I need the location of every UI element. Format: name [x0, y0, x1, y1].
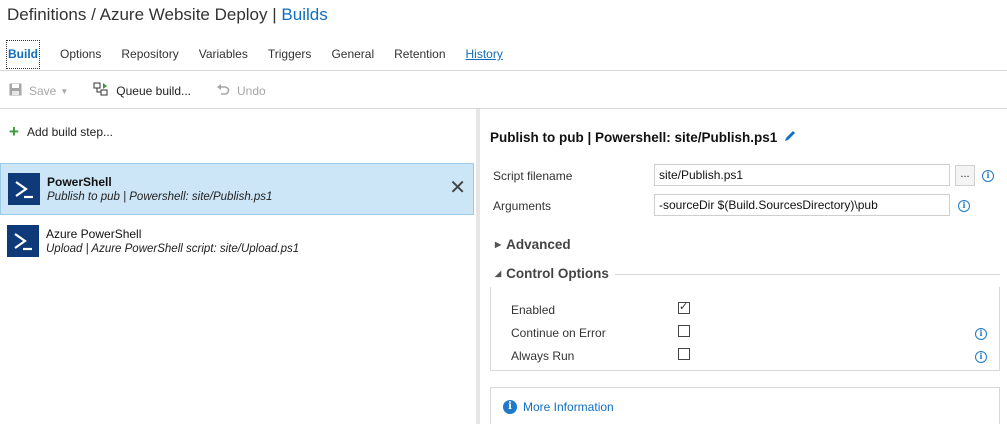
- step-title: Publish to pub | Powershell: site/Publis…: [490, 129, 797, 145]
- more-information-box: i More Information: [490, 387, 1000, 424]
- script-filename-input[interactable]: [654, 164, 950, 186]
- info-icon: i: [503, 400, 517, 414]
- breadcrumb-definitions[interactable]: Definitions: [7, 5, 86, 24]
- breadcrumb-definition-name[interactable]: Azure Website Deploy: [100, 5, 268, 24]
- section-divider: [615, 274, 1000, 275]
- tab-bar: Build Options Repository Variables Trigg…: [6, 38, 523, 70]
- undo-button[interactable]: Undo: [216, 83, 266, 99]
- more-information-label: More Information: [523, 400, 614, 414]
- tab-build[interactable]: Build: [6, 39, 40, 69]
- chevron-right-icon: ▶: [495, 240, 502, 249]
- undo-icon: [216, 83, 230, 99]
- add-build-step-label: Add build step...: [26, 125, 113, 139]
- queue-build-label: Queue build...: [116, 84, 191, 98]
- breadcrumb-pipe: |: [272, 5, 277, 24]
- breadcrumb-separator: /: [91, 5, 96, 24]
- plus-icon: +: [9, 122, 19, 141]
- add-build-step-button[interactable]: + Add build step...: [9, 122, 113, 141]
- queue-build-icon: [93, 82, 109, 100]
- arguments-input[interactable]: [654, 194, 950, 216]
- floppy-disk-icon: [9, 83, 22, 99]
- chevron-down-icon: ◢: [495, 269, 502, 278]
- build-step-name: Azure PowerShell: [46, 227, 142, 241]
- arguments-label: Arguments: [493, 199, 552, 213]
- enabled-checkbox[interactable]: ✓: [678, 301, 690, 314]
- advanced-section-toggle[interactable]: ▶ Advanced: [495, 237, 571, 252]
- control-options-toggle[interactable]: ◢ Control Options: [495, 266, 609, 281]
- control-options-label: Control Options: [506, 266, 609, 281]
- always-run-label: Always Run: [511, 349, 575, 363]
- save-label: Save: [29, 84, 57, 98]
- checkmark-icon: ✓: [679, 301, 689, 313]
- continue-on-error-label: Continue on Error: [511, 326, 606, 340]
- breadcrumb: Definitions / Azure Website Deploy | Bui…: [7, 5, 328, 25]
- tab-variables[interactable]: Variables: [199, 47, 248, 61]
- pencil-icon[interactable]: [784, 129, 797, 145]
- script-filename-label: Script filename: [493, 169, 573, 183]
- powershell-icon: [7, 225, 39, 257]
- build-step-description: Publish to pub | Powershell: site/Publis…: [47, 191, 273, 203]
- undo-label: Undo: [237, 84, 266, 98]
- build-step-item[interactable]: PowerShell Publish to pub | Powershell: …: [0, 163, 474, 215]
- toolbar: Save ▼ Queue build... Undo: [0, 78, 1007, 104]
- advanced-label: Advanced: [506, 237, 571, 252]
- save-button[interactable]: Save ▼: [9, 83, 68, 99]
- build-step-item[interactable]: Azure PowerShell Upload | Azure PowerShe…: [0, 215, 474, 267]
- build-step-name: PowerShell: [47, 175, 112, 189]
- enabled-label: Enabled: [511, 303, 556, 317]
- always-run-checkbox[interactable]: [678, 348, 690, 360]
- tab-retention[interactable]: Retention: [394, 47, 445, 61]
- step-details-panel: Publish to pub | Powershell: site/Publis…: [480, 109, 1007, 424]
- continue-on-error-checkbox[interactable]: [678, 325, 690, 337]
- browse-button[interactable]: ...: [955, 165, 975, 186]
- tab-history[interactable]: History: [466, 47, 503, 61]
- more-information-link[interactable]: i More Information: [503, 400, 614, 414]
- page-title: Builds: [281, 5, 328, 24]
- info-icon[interactable]: i: [975, 351, 987, 363]
- info-icon[interactable]: i: [975, 328, 987, 340]
- tabs-divider: [0, 70, 1007, 71]
- tab-triggers[interactable]: Triggers: [268, 47, 312, 61]
- tab-repository[interactable]: Repository: [121, 47, 178, 61]
- info-icon[interactable]: i: [958, 200, 970, 212]
- tab-options[interactable]: Options: [60, 47, 101, 61]
- chevron-down-icon: ▼: [60, 86, 69, 96]
- queue-build-button[interactable]: Queue build...: [93, 82, 191, 100]
- step-title-text: Publish to pub | Powershell: site/Publis…: [490, 129, 778, 145]
- build-steps-panel: + Add build step... PowerShell Publish t…: [0, 109, 476, 424]
- powershell-icon: [8, 173, 40, 205]
- info-icon[interactable]: i: [982, 170, 994, 182]
- tab-general[interactable]: General: [331, 47, 374, 61]
- close-icon[interactable]: ✕: [449, 178, 466, 198]
- build-step-description: Upload | Azure PowerShell script: site/U…: [46, 243, 300, 255]
